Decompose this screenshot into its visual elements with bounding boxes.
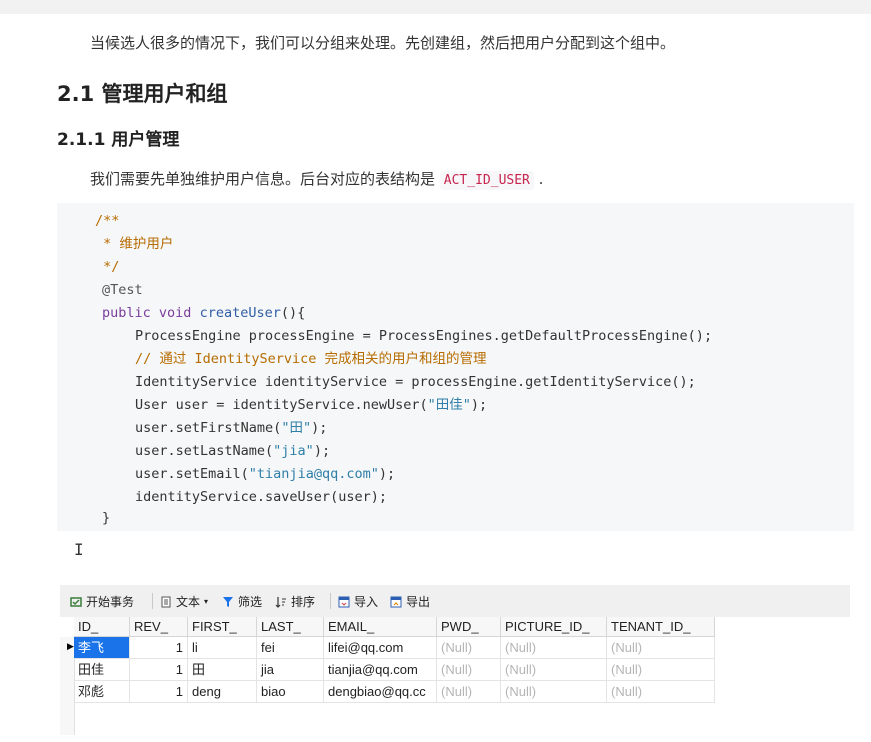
table-cell[interactable]: (Null) xyxy=(437,681,501,703)
code-closing-brace: } xyxy=(102,510,111,526)
sort-button[interactable]: 排序 xyxy=(275,593,315,610)
code-annotation: @Test xyxy=(102,282,143,298)
db-toolbar: 开始事务 文本 ▾ 筛选 排序 导入 导出 xyxy=(60,585,850,617)
code-comment-open: /** xyxy=(95,213,120,229)
paragraph-suffix: . xyxy=(533,170,544,188)
kw-public: public xyxy=(102,305,151,321)
table-cell[interactable]: 1 xyxy=(130,659,188,681)
method-parens: (){ xyxy=(280,305,306,321)
inline-code-table-name: ACT_ID_USER xyxy=(439,171,534,190)
code-text: ); xyxy=(311,420,328,436)
current-row-indicator-icon: ▶ xyxy=(67,641,74,651)
filter-label: 筛选 xyxy=(238,595,263,609)
table-cell[interactable]: (Null) xyxy=(501,637,607,659)
import-icon xyxy=(338,596,350,607)
code-text: user.setEmail( xyxy=(135,466,249,482)
export-button[interactable]: 导出 xyxy=(390,593,430,610)
table-cell[interactable]: tianjia@qq.com xyxy=(324,659,437,681)
code-block: /** * 维护用户 */ @Test public void createUs… xyxy=(57,203,854,531)
heading-manage-users-groups: 2.1 管理用户和组 xyxy=(57,82,228,106)
table-cell[interactable]: (Null) xyxy=(437,659,501,681)
export-label: 导出 xyxy=(406,595,431,609)
import-label: 导入 xyxy=(354,595,379,609)
table-cell[interactable]: 田佳 xyxy=(74,659,130,681)
begin-transaction-button[interactable]: 开始事务 xyxy=(70,593,134,610)
table-cell[interactable]: (Null) xyxy=(607,637,715,659)
import-button[interactable]: 导入 xyxy=(338,593,378,610)
code-line-comment: // 通过 IdentityService 完成相关的用户和组的管理 xyxy=(135,351,487,367)
code-text: ); xyxy=(313,443,331,459)
table-cell[interactable]: fei xyxy=(257,637,324,659)
column-header[interactable]: LAST_ xyxy=(257,617,324,637)
code-line-firstname: user.setFirstName("田"); xyxy=(135,418,327,438)
code-string: "jia" xyxy=(273,443,314,459)
column-header[interactable]: PWD_ xyxy=(437,617,501,637)
code-method-signature: public void createUser(){ xyxy=(102,303,305,323)
code-text: User user = identityService.newUser( xyxy=(135,397,428,413)
text-view-button[interactable]: 文本 ▾ xyxy=(160,593,208,610)
data-grid: ▶ ID_ REV_ FIRST_ LAST_ EMAIL_ PWD_ PICT… xyxy=(60,617,715,735)
code-comment-body: * 维护用户 xyxy=(95,236,174,252)
dropdown-arrow-icon: ▾ xyxy=(204,597,209,606)
column-header[interactable]: REV_ xyxy=(130,617,188,637)
table-cell[interactable]: 田 xyxy=(188,659,257,681)
transaction-icon xyxy=(70,596,82,607)
table-cell[interactable]: 1 xyxy=(130,637,188,659)
column-header[interactable]: ID_ xyxy=(74,617,130,637)
table-cell[interactable]: lifei@qq.com xyxy=(324,637,437,659)
table-cell[interactable]: jia xyxy=(257,659,324,681)
code-text: user.setFirstName( xyxy=(135,420,282,436)
table-cell[interactable]: deng xyxy=(188,681,257,703)
code-string: "田佳" xyxy=(427,397,471,413)
toolbar-divider xyxy=(152,593,153,609)
method-name: createUser xyxy=(199,305,281,321)
code-text: ); xyxy=(470,397,488,413)
code-string: "tianjia@qq.com" xyxy=(248,466,379,482)
code-string: "田" xyxy=(281,420,312,436)
code-text: ); xyxy=(378,466,396,482)
table-cell[interactable]: dengbiao@qq.cc xyxy=(324,681,437,703)
top-bar xyxy=(0,0,871,14)
begin-transaction-label: 开始事务 xyxy=(86,595,135,609)
paragraph-text: 我们需要先单独维护用户信息。后台对应的表结构是 xyxy=(90,170,440,188)
code-text: user.setLastName( xyxy=(135,443,274,459)
kw-void: void xyxy=(158,305,192,321)
sort-icon xyxy=(275,596,286,608)
code-line-lastname: user.setLastName("jia"); xyxy=(135,441,330,461)
column-header[interactable]: FIRST_ xyxy=(188,617,257,637)
filter-icon xyxy=(223,596,233,607)
document-icon xyxy=(161,596,171,607)
table-cell[interactable]: 1 xyxy=(130,681,188,703)
column-header[interactable]: TENANT_ID_ xyxy=(607,617,715,637)
code-line-save: identityService.saveUser(user); xyxy=(135,489,387,505)
text-cursor-icon: I xyxy=(74,540,84,559)
table-cell[interactable]: (Null) xyxy=(607,659,715,681)
table-cell[interactable]: (Null) xyxy=(437,637,501,659)
table-cell[interactable]: (Null) xyxy=(607,681,715,703)
column-header[interactable]: EMAIL_ xyxy=(324,617,437,637)
code-comment-close: */ xyxy=(95,259,120,275)
heading-user-management: 2.1.1 用户管理 xyxy=(57,130,180,150)
table-cell[interactable]: 李飞 xyxy=(74,637,130,659)
code-line-email: user.setEmail("tianjia@qq.com"); xyxy=(135,464,395,484)
filter-button[interactable]: 筛选 xyxy=(222,593,262,610)
code-line-identity: IdentityService identityService = proces… xyxy=(135,374,696,390)
sort-label: 排序 xyxy=(291,595,316,609)
export-icon xyxy=(390,596,402,607)
code-line-newuser: User user = identityService.newUser("田佳"… xyxy=(135,395,487,415)
toolbar-divider xyxy=(330,593,331,609)
table-structure-paragraph: 我们需要先单独维护用户信息。后台对应的表结构是 ACT_ID_USER . xyxy=(90,168,544,190)
column-header[interactable]: PICTURE_ID_ xyxy=(501,617,607,637)
table-cell[interactable]: biao xyxy=(257,681,324,703)
text-view-label: 文本 xyxy=(176,595,201,609)
table-cell[interactable]: (Null) xyxy=(501,681,607,703)
table-cell[interactable]: li xyxy=(188,637,257,659)
intro-paragraph: 当候选人很多的情况下，我们可以分组来处理。先创建组，然后把用户分配到这个组中。 xyxy=(90,34,676,52)
table-cell[interactable]: (Null) xyxy=(501,659,607,681)
code-line-engine: ProcessEngine processEngine = ProcessEng… xyxy=(135,328,713,344)
db-table-viewer: 开始事务 文本 ▾ 筛选 排序 导入 导出 ▶ ID_ REV_ FIRST_ … xyxy=(60,585,850,735)
table-cell[interactable]: 邓彪 xyxy=(74,681,130,703)
